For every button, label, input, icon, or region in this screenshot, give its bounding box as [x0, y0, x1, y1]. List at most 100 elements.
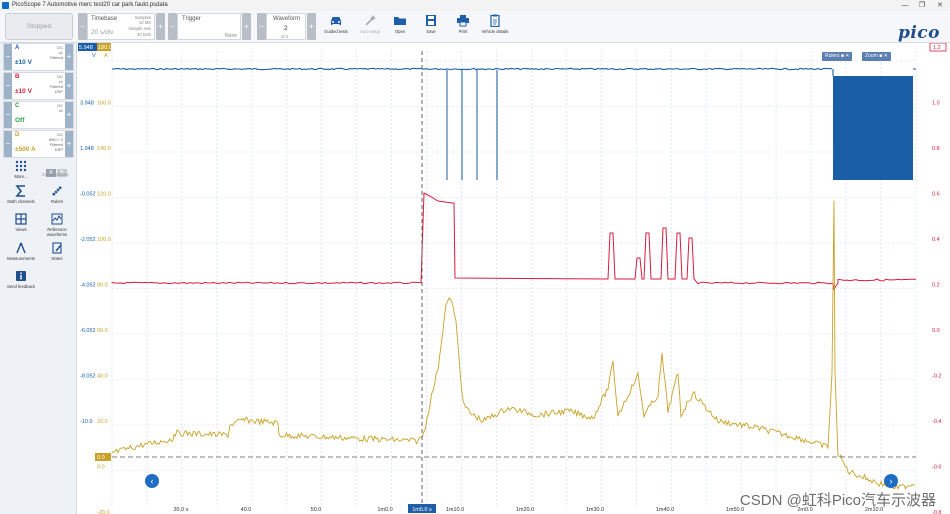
- print-button[interactable]: Print: [445, 12, 481, 42]
- send-feedback-label: Send feedback: [7, 284, 35, 289]
- x-axis-label: 40.0: [241, 507, 252, 513]
- scope-view[interactable]: 3.948 1.948 -0.052 -2.052 -4.052 -6.052 -8.052…: [78, 43, 950, 514]
- channel-d-range-increase[interactable]: +: [65, 131, 73, 157]
- connect-direct-label[interactable]: ConnectDirect: [42, 172, 69, 177]
- channel-a-range-decrease[interactable]: −: [4, 44, 12, 70]
- channel-c-range-increase[interactable]: +: [65, 102, 73, 128]
- channel-a-range-increase[interactable]: +: [65, 44, 73, 70]
- rulers-label: Rulers: [50, 199, 64, 204]
- scope-traces: [111, 67, 916, 491]
- axis-label-channel-b: 0.6: [932, 192, 940, 198]
- channel-a-letter: A: [15, 45, 20, 51]
- axis-label-channel-b: -0.4: [932, 419, 941, 425]
- channel-a-dense-block: [833, 76, 913, 180]
- more-label: More...: [14, 174, 28, 179]
- axis-label-channel-d: 100.0: [97, 237, 111, 243]
- reference-waveforms-label: Reference waveforms: [46, 227, 68, 237]
- axis-label-channel-d: 140.0: [97, 146, 111, 152]
- axis-label-channel-a: -10.0: [80, 419, 93, 425]
- channel-a-card[interactable]: − A DC x1 Filtered ±10 V +: [3, 43, 74, 71]
- channel-c-card[interactable]: − C DC x1 Off +: [3, 101, 74, 129]
- axis-label-channel-b: 0.2: [932, 283, 940, 289]
- waveform-count: of 2: [281, 34, 288, 39]
- close-button[interactable]: ✕: [931, 0, 949, 11]
- minimize-button[interactable]: —: [896, 0, 914, 11]
- channel-b-range: ±10 V: [15, 88, 32, 95]
- timebase-decrease-button[interactable]: −: [78, 13, 87, 40]
- channel-b-range-decrease[interactable]: −: [4, 73, 12, 99]
- notes-icon: [52, 242, 62, 254]
- axis-label-channel-a: 1.948: [80, 146, 94, 152]
- timebase-increase-button[interactable]: +: [156, 13, 165, 40]
- trigger-control[interactable]: Trigger None: [177, 13, 241, 40]
- channel-b-range-increase[interactable]: +: [65, 73, 73, 99]
- scroll-right-button[interactable]: ›: [884, 474, 898, 488]
- channel-d-letter: D: [15, 132, 20, 138]
- window-title: PicoScope 7 Automotive merc test20 car p…: [12, 2, 168, 8]
- vehicle-details-button[interactable]: Vehicle details: [477, 12, 513, 42]
- x-axis-label: 30.0 s: [174, 507, 189, 513]
- axis-label-channel-d: 160.0: [97, 101, 111, 107]
- math-channels-button[interactable]: Math channels: [3, 185, 39, 204]
- trigger-decrease-button[interactable]: −: [168, 13, 177, 40]
- run-stop-button[interactable]: Stopped: [5, 13, 73, 40]
- views-button[interactable]: Views: [3, 213, 39, 232]
- scope-plot[interactable]: 3.948 1.948 -0.052 -2.052 -4.052 -6.052 -8.052…: [78, 43, 950, 514]
- axis-label-channel-b: -0.6: [932, 465, 941, 471]
- channel-d-range-decrease[interactable]: −: [4, 131, 12, 157]
- send-feedback-button[interactable]: Send feedback: [3, 270, 39, 289]
- more-button[interactable]: More...: [3, 160, 39, 179]
- channel-d-settings: DC BNC+ 2 Filtered DSP: [48, 132, 63, 152]
- axis-label-channel-a: 3.948: [80, 101, 94, 107]
- channel-c-letter: C: [15, 103, 20, 109]
- waveform-control[interactable]: Waveform 2 of 2: [266, 13, 306, 40]
- watermark: CSDN @虹科Pico汽车示波器: [739, 492, 936, 509]
- reference-icon: [51, 213, 63, 225]
- zoom-pill[interactable]: Zoom ■ ✕: [862, 52, 891, 61]
- guided-tests-button[interactable]: Guided tests: [318, 12, 354, 42]
- axis-top-label-d: 180.0: [98, 45, 112, 51]
- x-axis-label: 1m0.0: [377, 507, 392, 513]
- trigger-increase-button[interactable]: +: [242, 13, 251, 40]
- reference-waveforms-button[interactable]: Reference waveforms: [39, 213, 75, 237]
- channel-c-range: Off: [15, 117, 25, 124]
- rulers-pill[interactable]: Rulers ■ ✕: [822, 52, 853, 61]
- axis-label-channel-b: 0.8: [932, 146, 940, 152]
- zero-marker-label: 0.0: [97, 455, 105, 461]
- trigger-label: Trigger: [182, 16, 201, 22]
- channel-d-card[interactable]: − D DC BNC+ 2 Filtered DSP ±500 A +: [3, 130, 74, 158]
- feedback-icon: [16, 271, 26, 281]
- channel-c-range-decrease[interactable]: −: [4, 102, 12, 128]
- axis-label-channel-b: -0.8: [932, 510, 941, 514]
- maximize-button[interactable]: ❐: [913, 0, 931, 11]
- channel-c-settings: DC x1: [57, 103, 63, 113]
- notes-button[interactable]: Notes: [39, 242, 75, 261]
- timebase-label: Timebase: [91, 16, 118, 22]
- ab-toggle[interactable]: AB: [46, 161, 68, 177]
- axis-label-channel-a: -4.052: [80, 283, 96, 289]
- waveform-previous-button[interactable]: −: [257, 13, 266, 40]
- axis-label-channel-b: 0.4: [932, 237, 940, 243]
- channel-b-card[interactable]: − B DC x1 Filtered DSP ±10 V +: [3, 72, 74, 100]
- channel-b-letter: B: [15, 74, 20, 80]
- scroll-left-button[interactable]: ‹: [145, 474, 159, 488]
- channel-a-edge: [832, 68, 916, 76]
- axis-unit-d: A: [104, 53, 108, 59]
- channel-a-trace: [111, 67, 833, 71]
- save-button[interactable]: Save: [413, 12, 449, 42]
- waveform-next-button[interactable]: +: [307, 13, 316, 40]
- print-icon: [457, 15, 469, 27]
- axis-label-channel-d: 20.0: [97, 419, 108, 425]
- x-axis-label: 1m10.0: [446, 507, 464, 513]
- sample-rate-value: 20 kS/s: [137, 32, 151, 37]
- rulers-button[interactable]: Rulers: [39, 185, 75, 204]
- print-label: Print: [458, 29, 468, 34]
- save-label: Save: [426, 29, 436, 34]
- measurements-button[interactable]: Measurements: [3, 242, 39, 261]
- views-icon: [15, 213, 27, 225]
- samples-value: 10 MS: [138, 20, 151, 25]
- timebase-control[interactable]: Timebase 20 s/div Samples 10 MS Sample r…: [87, 13, 155, 40]
- axis-label-channel-d: 60.0: [97, 328, 108, 334]
- measure-icon: [16, 242, 26, 254]
- axis-label-channel-b: -0.2: [932, 374, 941, 380]
